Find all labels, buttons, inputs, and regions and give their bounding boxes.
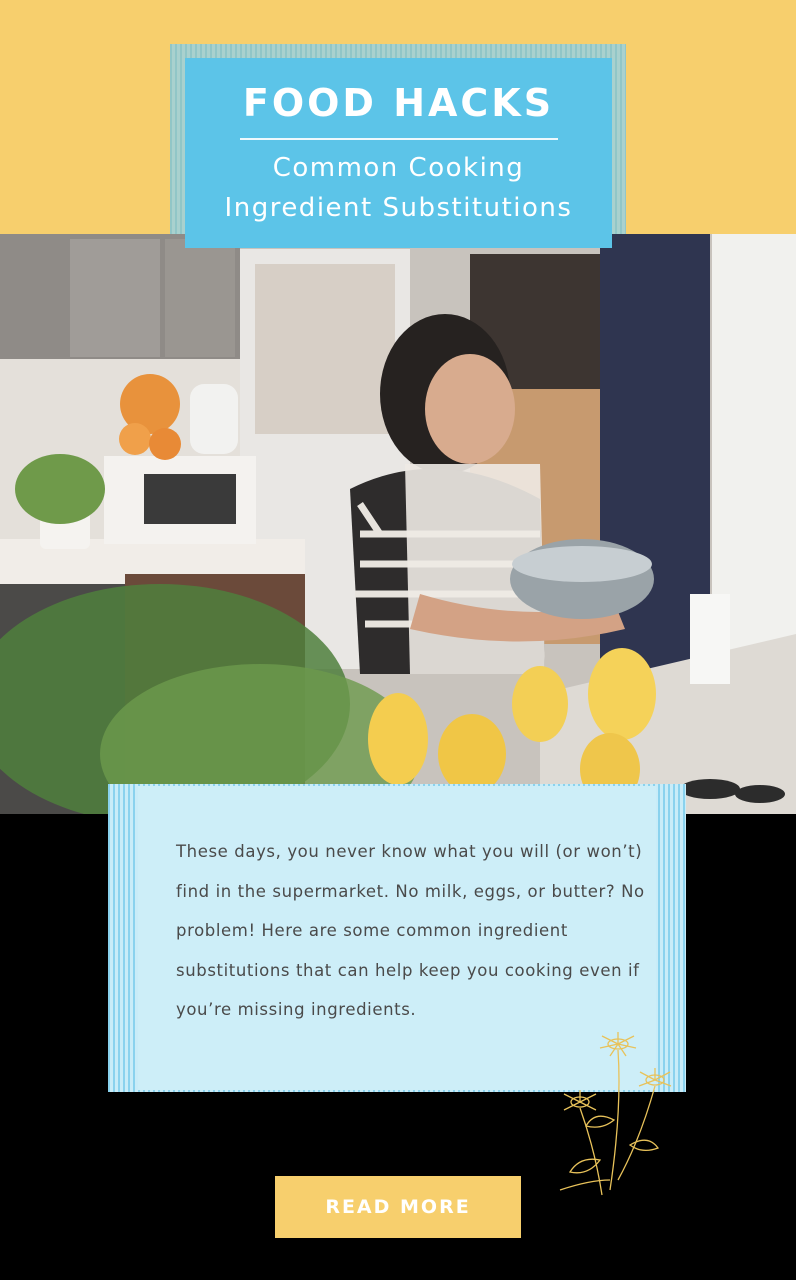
page-title: FOOD HACKS bbox=[242, 81, 555, 125]
subtitle-line-1: Common Cooking bbox=[272, 153, 525, 183]
subtitle-line-2: Ingredient Substitutions bbox=[224, 193, 573, 223]
intro-text: These days, you never know what you will… bbox=[176, 842, 645, 1019]
title-box: FOOD HACKS Common Cooking Ingredient Sub… bbox=[185, 58, 612, 248]
flower-sketch-icon bbox=[559, 1032, 672, 1196]
title-divider bbox=[239, 138, 558, 140]
read-more-button[interactable]: READ MORE bbox=[275, 1176, 521, 1238]
hero-photo bbox=[0, 234, 796, 814]
